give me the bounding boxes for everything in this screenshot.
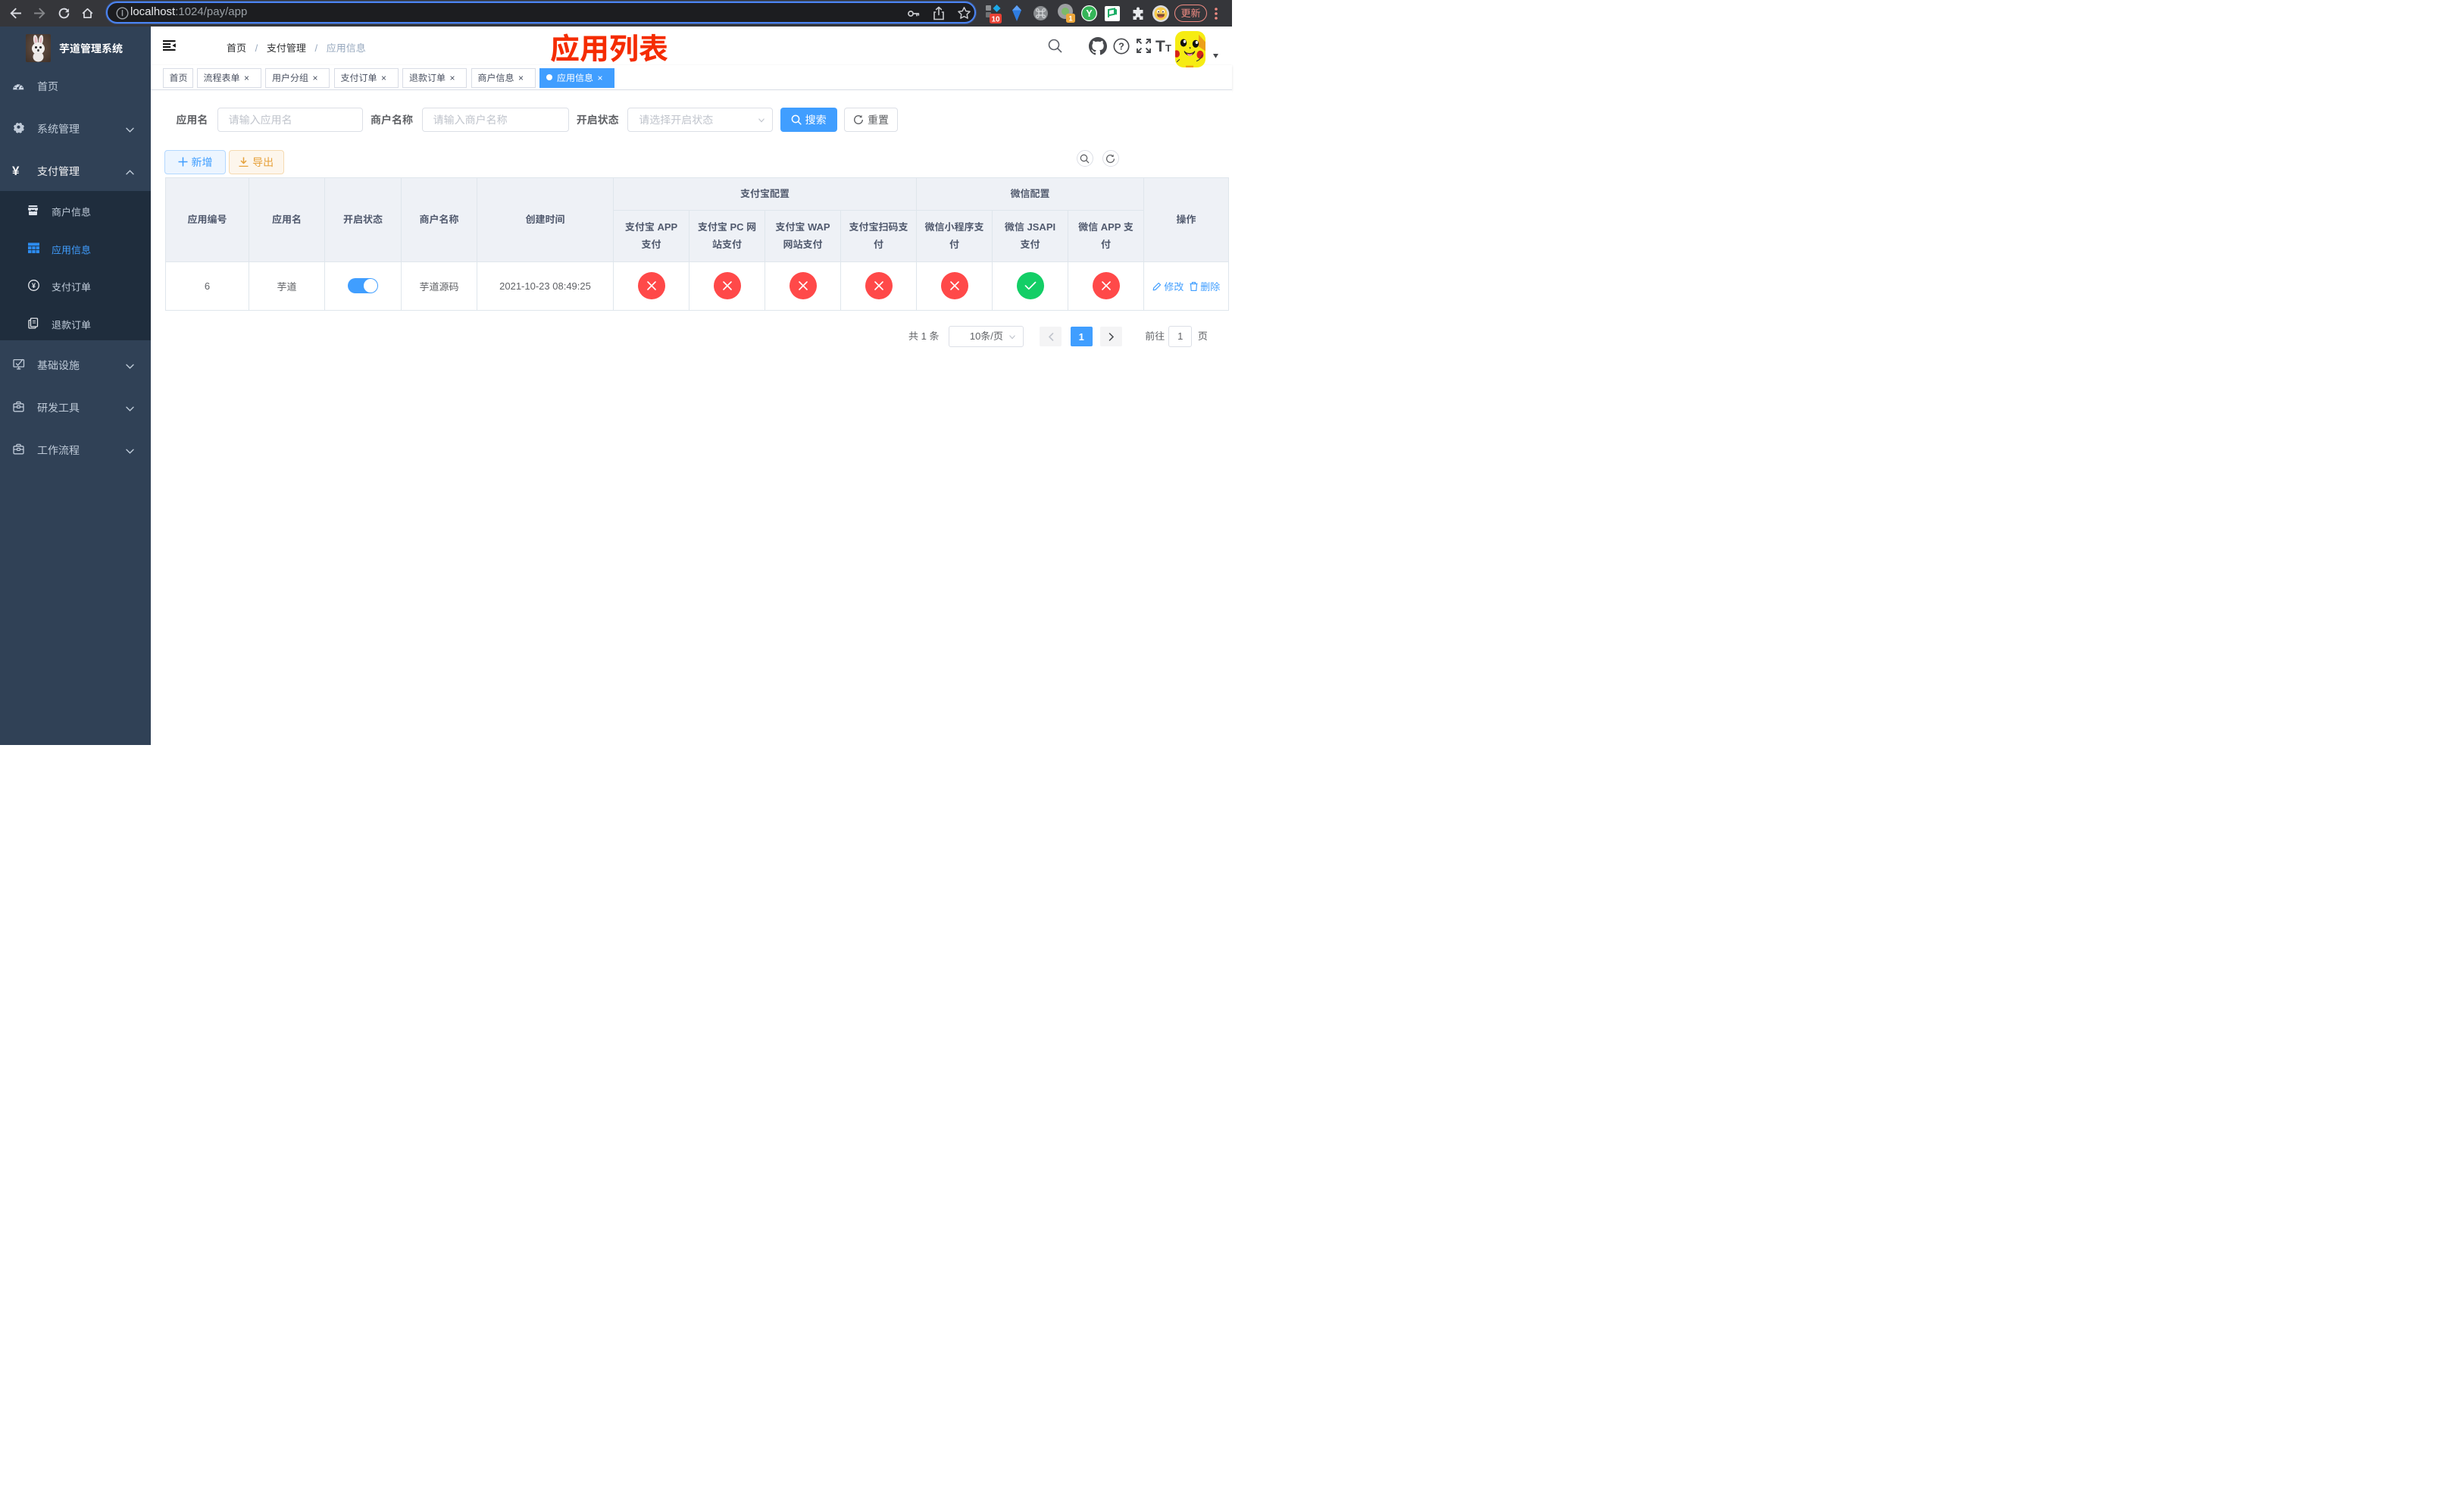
- svg-text:?: ?: [1118, 41, 1124, 52]
- svg-text:Y: Y: [1086, 8, 1093, 19]
- svg-text:T: T: [1165, 42, 1171, 54]
- svg-text:T: T: [1155, 38, 1165, 54]
- svg-text:1: 1: [1068, 14, 1073, 23]
- svg-text:¥: ¥: [32, 282, 36, 290]
- svg-text:10: 10: [991, 15, 1000, 23]
